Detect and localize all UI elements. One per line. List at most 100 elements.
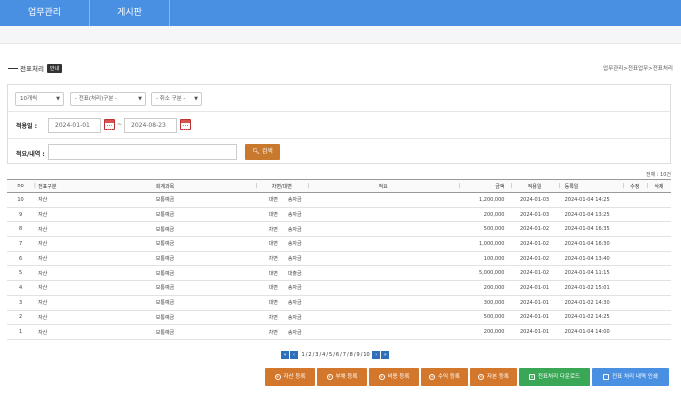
cell-no: 10 xyxy=(17,196,24,203)
memo-label: 적요/내역 : xyxy=(16,151,45,158)
cell-edit[interactable] xyxy=(623,281,647,296)
cell-edit[interactable] xyxy=(623,207,647,222)
cell-register-date: 2024-01-04 13:25 xyxy=(564,211,610,218)
page-title-text: 전표처리 xyxy=(20,65,44,73)
cell-edit[interactable] xyxy=(623,222,647,237)
capital-register-button[interactable]: + 자본 등록 xyxy=(470,368,517,386)
page-number-link[interactable]: 8 xyxy=(350,352,353,358)
table-row[interactable]: 5 자산 보통예금 대변 대출금 5,000,000 2024-01-02 2024-01-0… xyxy=(7,266,671,281)
cell-memo xyxy=(308,251,458,266)
cell-edit[interactable] xyxy=(623,266,647,281)
cell-edit[interactable] xyxy=(623,310,647,325)
cell-amount: 100,000 xyxy=(483,255,505,262)
cancel-type-select[interactable]: - 취소 구분 - ▼ xyxy=(151,92,202,106)
table-row[interactable]: 9 자산 보통예금 대변 송자금 200,000 2024-01-03 2024-01-04 … xyxy=(7,207,671,222)
first-page-button[interactable]: « xyxy=(281,350,289,359)
col-voucher-type[interactable]: 전표구분 xyxy=(34,180,74,193)
guide-badge[interactable]: 안내 xyxy=(46,63,63,73)
cell-summary: 송자금 xyxy=(287,329,302,336)
cell-summary: 송자금 xyxy=(287,256,302,263)
date-from-input[interactable]: 2024-01-01 xyxy=(48,118,101,133)
cell-edit[interactable] xyxy=(623,237,647,252)
cell-delete[interactable] xyxy=(647,295,671,310)
last-page-button[interactable]: » xyxy=(381,350,390,359)
page-number-link[interactable]: 4 xyxy=(322,352,325,358)
page-number-link[interactable]: 6 xyxy=(336,352,339,358)
table-row[interactable]: 2 자산 보통예금 차변 송자금 500,000 2024-01-01 2024-01-02 … xyxy=(7,310,671,325)
cell-delete[interactable] xyxy=(647,325,671,340)
date-to-input[interactable]: 2024-08-23 xyxy=(124,118,177,133)
cell-delete[interactable] xyxy=(647,222,671,237)
cell-delete[interactable] xyxy=(647,251,671,266)
col-account[interactable]: 회계과목 xyxy=(74,180,256,193)
cell-voucher-type: 자산 xyxy=(38,285,48,292)
next-page-button[interactable]: › xyxy=(372,350,381,359)
cell-edit[interactable] xyxy=(623,251,647,266)
table-row[interactable]: 4 자산 보통예금 대변 송자금 200,000 2024-01-01 2024-01-02 … xyxy=(7,281,671,296)
capital-register-label: 자본 등록 xyxy=(487,374,509,380)
prev-page-button[interactable]: ‹ xyxy=(290,350,298,359)
cell-delete[interactable] xyxy=(647,207,671,222)
liability-register-button[interactable]: + 부채 등록 xyxy=(317,368,367,386)
table-row[interactable]: 3 자산 보통예금 대변 송자금 300,000 2024-01-01 2024-01-02 … xyxy=(7,295,671,310)
cell-voucher-type: 자산 xyxy=(38,241,48,248)
tab-board[interactable]: 게시판 xyxy=(90,0,170,26)
calendar-icon[interactable] xyxy=(180,119,191,130)
page-number-link[interactable]: 10 xyxy=(363,352,369,358)
cell-delete[interactable] xyxy=(647,310,671,325)
cell-amount: 300,000 xyxy=(483,299,505,306)
page-number-link[interactable]: 3 xyxy=(315,352,318,358)
cell-delete[interactable] xyxy=(647,237,671,252)
page-title: 전표처리 안내 xyxy=(8,63,63,73)
table-row[interactable]: 7 자산 보통예금 대변 송자금 1,000,000 2024-01-02 2024-01-0… xyxy=(7,237,671,252)
monitor-icon xyxy=(603,373,610,380)
cell-apply-date: 2024-01-02 xyxy=(520,255,550,262)
cell-edit[interactable] xyxy=(623,325,647,340)
col-no[interactable]: no xyxy=(7,180,34,193)
expense-register-button[interactable]: + 비용 등록 xyxy=(369,368,419,386)
memo-search-input[interactable] xyxy=(48,144,237,160)
col-debit-credit[interactable]: 차변/대변 xyxy=(256,180,308,193)
cell-amount: 200,000 xyxy=(483,211,505,218)
income-register-button[interactable]: + 수익 등록 xyxy=(421,368,468,386)
print-button[interactable]: 전표 처리 내역 인쇄 xyxy=(592,368,669,386)
table-row[interactable]: 10 자산 보통예금 대변 송자금 1,200,000 2024-01-03 2024-01-… xyxy=(7,193,671,208)
search-button[interactable]: 🔍︎ 검색 xyxy=(245,144,280,160)
cell-apply-date: 2024-01-01 xyxy=(520,299,550,306)
voucher-type-select[interactable]: - 전표(처리)구분 - ▼ xyxy=(70,92,146,106)
cell-apply-date: 2024-01-03 xyxy=(520,211,550,218)
cell-delete[interactable] xyxy=(647,193,671,208)
download-button[interactable]: x 전표처리 다운로드 xyxy=(519,368,590,386)
table-row[interactable]: 1 자산 보통예금 차변 송자금 200,000 2024-01-01 2024-01-04 … xyxy=(7,325,671,340)
col-register-date[interactable]: 등록일 xyxy=(559,180,623,193)
calendar-icon[interactable] xyxy=(104,119,115,130)
cell-edit[interactable] xyxy=(623,193,647,208)
cell-voucher-type: 자산 xyxy=(38,212,48,219)
cell-no: 5 xyxy=(18,270,23,277)
col-memo[interactable]: 적요 xyxy=(308,180,458,193)
cell-amount: 5,000,000 xyxy=(479,270,505,277)
cell-register-date: 2024-01-04 14:25 xyxy=(564,196,610,203)
page-number-link[interactable]: 7 xyxy=(343,352,346,358)
col-apply-date[interactable]: 적용일 xyxy=(510,180,558,193)
cell-edit[interactable] xyxy=(623,295,647,310)
page-size-select[interactable]: 10개씩 ▼ xyxy=(15,92,64,106)
table-row[interactable]: 6 자산 보통예금 차변 송자금 100,000 2024-01-02 2024-01-04 … xyxy=(7,251,671,266)
page-number-link[interactable]: 9 xyxy=(357,352,360,358)
cell-amount: 500,000 xyxy=(483,314,505,321)
chevron-down-icon: ▼ xyxy=(56,96,60,102)
col-amount[interactable]: 금액 xyxy=(458,180,510,193)
tab-work-management[interactable]: 업무관리 xyxy=(0,0,90,26)
table-row[interactable]: 8 자산 보통예금 차변 송자금 500,000 2024-01-02 2024-01-04 … xyxy=(7,222,671,237)
expense-register-label: 비용 등록 xyxy=(387,374,410,380)
cell-delete[interactable] xyxy=(647,281,671,296)
cancel-type-value: - 취소 구분 - xyxy=(156,96,186,102)
page-number-link[interactable]: 5 xyxy=(329,352,332,358)
cell-account: 보통예금 xyxy=(155,314,175,321)
cell-delete[interactable] xyxy=(647,266,671,281)
cell-memo xyxy=(308,325,458,340)
page-number-link[interactable]: 1 xyxy=(302,352,305,358)
page-number-link[interactable]: 2 xyxy=(308,352,311,358)
cell-register-date: 2024-01-04 16:30 xyxy=(564,240,610,247)
asset-register-button[interactable]: + 자산 등록 xyxy=(265,368,315,386)
